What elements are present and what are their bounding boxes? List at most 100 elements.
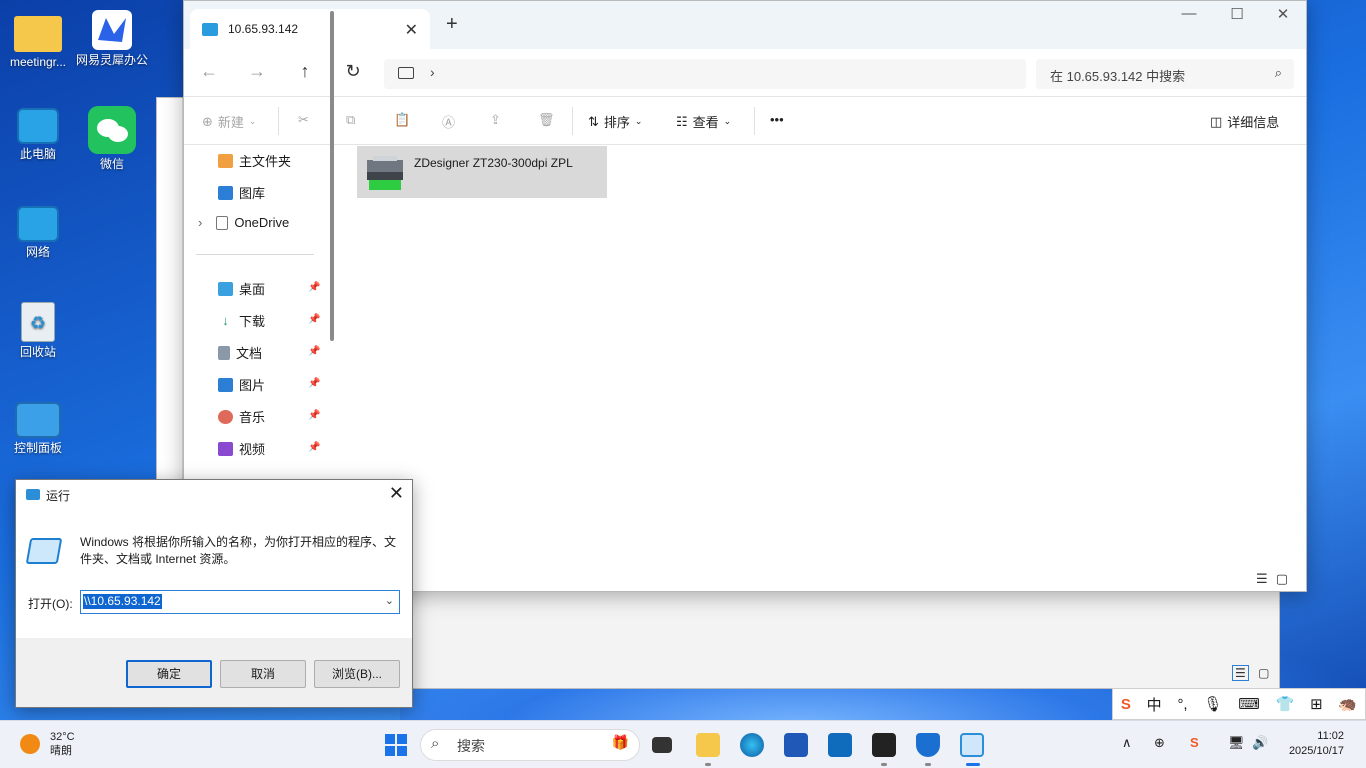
desktop-icon-netease-lingxi[interactable]: 网易灵犀办公 bbox=[74, 10, 150, 68]
open-input-value[interactable]: \\10.65.93.142 bbox=[83, 594, 162, 609]
terminal-icon[interactable] bbox=[872, 733, 896, 757]
ime-toolbar: S 中 °, 🎙 ⌨ 👕 ⊞ 🦔 bbox=[1112, 688, 1366, 720]
desktop-icon-control-panel[interactable]: 控制面板 bbox=[0, 402, 76, 456]
printer-icon bbox=[365, 156, 405, 192]
up-arrow-icon[interactable]: ↑ bbox=[292, 61, 318, 82]
show-hidden-icons-chevron-up-icon[interactable]: ∧ bbox=[1122, 735, 1132, 751]
forward-arrow-icon[interactable]: → bbox=[244, 61, 270, 82]
onedrive-icon bbox=[216, 215, 229, 230]
mascot-icon[interactable]: 🦔 bbox=[1338, 695, 1357, 713]
chevron-down-icon: ⌄ bbox=[248, 116, 257, 126]
chevron-down-icon[interactable]: ⌄ bbox=[385, 594, 394, 607]
refresh-icon[interactable]: ↻ bbox=[340, 61, 366, 82]
pin-icon[interactable]: 📌 bbox=[308, 442, 320, 453]
desktop-icon-recycle-bin[interactable]: ♻ 回收站 bbox=[0, 302, 76, 360]
file-explorer-icon[interactable] bbox=[696, 733, 720, 757]
clock[interactable]: 11:02 2025/10/17 bbox=[1289, 729, 1344, 759]
new-button[interactable]: ⊕ 新建 ⌄ bbox=[202, 112, 256, 131]
nav-item-home[interactable]: 主文件夹 bbox=[218, 151, 291, 170]
cut-icon[interactable]: ✂ bbox=[298, 112, 309, 128]
nav-scrollbar[interactable] bbox=[330, 11, 334, 341]
pin-icon[interactable]: 📌 bbox=[308, 314, 320, 325]
back-arrow-icon[interactable]: ← bbox=[196, 61, 222, 82]
cancel-button[interactable]: 取消 bbox=[220, 660, 306, 688]
copy-icon[interactable]: ⧉ bbox=[346, 112, 355, 128]
minimize-button[interactable]: — bbox=[1166, 5, 1212, 22]
weather-widget[interactable]: 32°C 晴朗 bbox=[20, 730, 75, 758]
nav-item-documents[interactable]: 文档 bbox=[218, 343, 262, 362]
keyboard-icon[interactable]: ⌨ bbox=[1238, 695, 1260, 713]
chevron-right-icon[interactable]: › bbox=[198, 215, 202, 230]
new-tab-button[interactable]: + bbox=[446, 13, 458, 36]
desktop-icon-this-pc[interactable]: 此电脑 bbox=[0, 108, 76, 162]
close-icon[interactable]: ✕ bbox=[389, 483, 404, 504]
tab-network-location[interactable]: 10.65.93.142 ✕ bbox=[190, 9, 430, 49]
rename-icon[interactable]: Ⓐ bbox=[442, 112, 455, 131]
sogou-logo-icon[interactable]: S bbox=[1121, 696, 1131, 713]
close-tab-icon[interactable]: ✕ bbox=[405, 20, 418, 40]
desktop-icon-label: 微信 bbox=[99, 157, 124, 171]
nav-item-pictures[interactable]: 图片 bbox=[218, 375, 265, 394]
home-icon bbox=[218, 153, 233, 168]
open-combobox[interactable]: \\10.65.93.142 ⌄ bbox=[80, 590, 400, 614]
outlook-icon[interactable] bbox=[828, 733, 852, 757]
skin-icon[interactable]: 👕 bbox=[1276, 695, 1295, 713]
title-bar[interactable]: 10.65.93.142 ✕ + — ☐ ✕ bbox=[184, 1, 1306, 49]
nav-label: 视频 bbox=[239, 442, 266, 457]
nav-item-gallery[interactable]: 图库 bbox=[218, 183, 265, 202]
more-options-button[interactable]: ••• bbox=[770, 112, 784, 127]
task-view-icon[interactable] bbox=[652, 737, 672, 753]
share-icon[interactable]: ⇪ bbox=[490, 112, 501, 128]
store-icon[interactable] bbox=[784, 733, 808, 757]
language-icon[interactable]: ⊕ bbox=[1154, 735, 1165, 751]
address-path[interactable]: › bbox=[384, 59, 1026, 89]
close-window-button[interactable]: ✕ bbox=[1260, 5, 1306, 23]
taskbar: 32°C 晴朗 ⌕ 搜索 🎁 ∧ ⊕ S 🖥 🔊 11:02 2025/10/1… bbox=[0, 720, 1366, 768]
pin-icon[interactable]: 📌 bbox=[308, 378, 320, 389]
details-view-icon[interactable]: ☰ bbox=[1256, 571, 1276, 586]
pin-icon[interactable]: 📌 bbox=[308, 346, 320, 357]
chevron-right-icon[interactable]: › bbox=[430, 64, 435, 80]
start-windows-icon[interactable] bbox=[384, 733, 408, 757]
nav-item-music[interactable]: 音乐 bbox=[218, 407, 265, 426]
punctuation-toggle[interactable]: °, bbox=[1177, 696, 1187, 713]
sort-button[interactable]: ⇅ 排序 ⌄ bbox=[588, 112, 642, 131]
desktop-icon-wechat[interactable]: 微信 bbox=[74, 106, 150, 172]
background-window-view-toggle[interactable]: ☰ ▢ bbox=[1232, 665, 1276, 686]
pin-icon[interactable]: 📌 bbox=[308, 282, 320, 293]
paste-icon[interactable]: 📋 bbox=[394, 112, 410, 128]
sogou-tray-icon[interactable]: S bbox=[1190, 735, 1199, 750]
view-button[interactable]: ☷ 查看 ⌄ bbox=[676, 112, 731, 131]
ime-mode-toggle[interactable]: 中 bbox=[1147, 694, 1162, 715]
large-icons-view-icon[interactable]: ▢ bbox=[1258, 666, 1269, 680]
nav-label: 桌面 bbox=[239, 282, 266, 297]
maximize-button[interactable]: ☐ bbox=[1214, 5, 1260, 23]
desktop-icon-network[interactable]: 网络 bbox=[0, 206, 76, 260]
nav-item-desktop[interactable]: 桌面 bbox=[218, 279, 265, 298]
run-dialog[interactable]: 运行 ✕ Windows 将根据你所输入的名称，为你打开相应的程序、文件夹、文档… bbox=[15, 479, 413, 708]
ok-button[interactable]: 确定 bbox=[126, 660, 212, 688]
browse-button[interactable]: 浏览(B)... bbox=[314, 660, 400, 688]
volume-icon[interactable]: 🔊 bbox=[1252, 735, 1268, 751]
pin-icon[interactable]: 📌 bbox=[308, 410, 320, 421]
edge-icon[interactable] bbox=[740, 733, 764, 757]
search-input[interactable]: 在 10.65.93.142 中搜索 ⌕ bbox=[1036, 59, 1294, 89]
toolbox-icon[interactable]: ⊞ bbox=[1310, 695, 1323, 713]
printer-item[interactable]: ZDesigner ZT230-300dpi ZPL bbox=[357, 146, 607, 198]
nav-item-videos[interactable]: 视频 bbox=[218, 439, 265, 458]
nav-item-downloads[interactable]: ↓ 下载 bbox=[218, 311, 265, 330]
security-shield-icon[interactable] bbox=[916, 733, 940, 757]
large-icons-view-icon[interactable]: ▢ bbox=[1276, 571, 1296, 586]
delete-icon[interactable]: 🗑 bbox=[538, 112, 555, 128]
taskbar-search[interactable]: ⌕ 搜索 🎁 bbox=[420, 729, 640, 761]
details-pane-button[interactable]: ◫ 详细信息 bbox=[1210, 112, 1279, 131]
network-tray-icon[interactable]: 🖥 bbox=[1228, 735, 1245, 751]
microphone-icon[interactable]: 🎙 bbox=[1203, 695, 1222, 713]
file-list: ZDesigner ZT230-300dpi ZPL ☰▢ bbox=[340, 146, 1306, 591]
run-dialog-titlebar[interactable]: 运行 ✕ bbox=[16, 480, 412, 510]
clock-time: 11:02 bbox=[1317, 730, 1344, 742]
desktop-icon-meeting[interactable]: meetingr... bbox=[0, 10, 76, 70]
run-taskbar-icon[interactable] bbox=[960, 733, 984, 757]
details-view-icon[interactable]: ☰ bbox=[1232, 665, 1249, 681]
nav-item-onedrive[interactable]: › OneDrive bbox=[198, 215, 289, 230]
